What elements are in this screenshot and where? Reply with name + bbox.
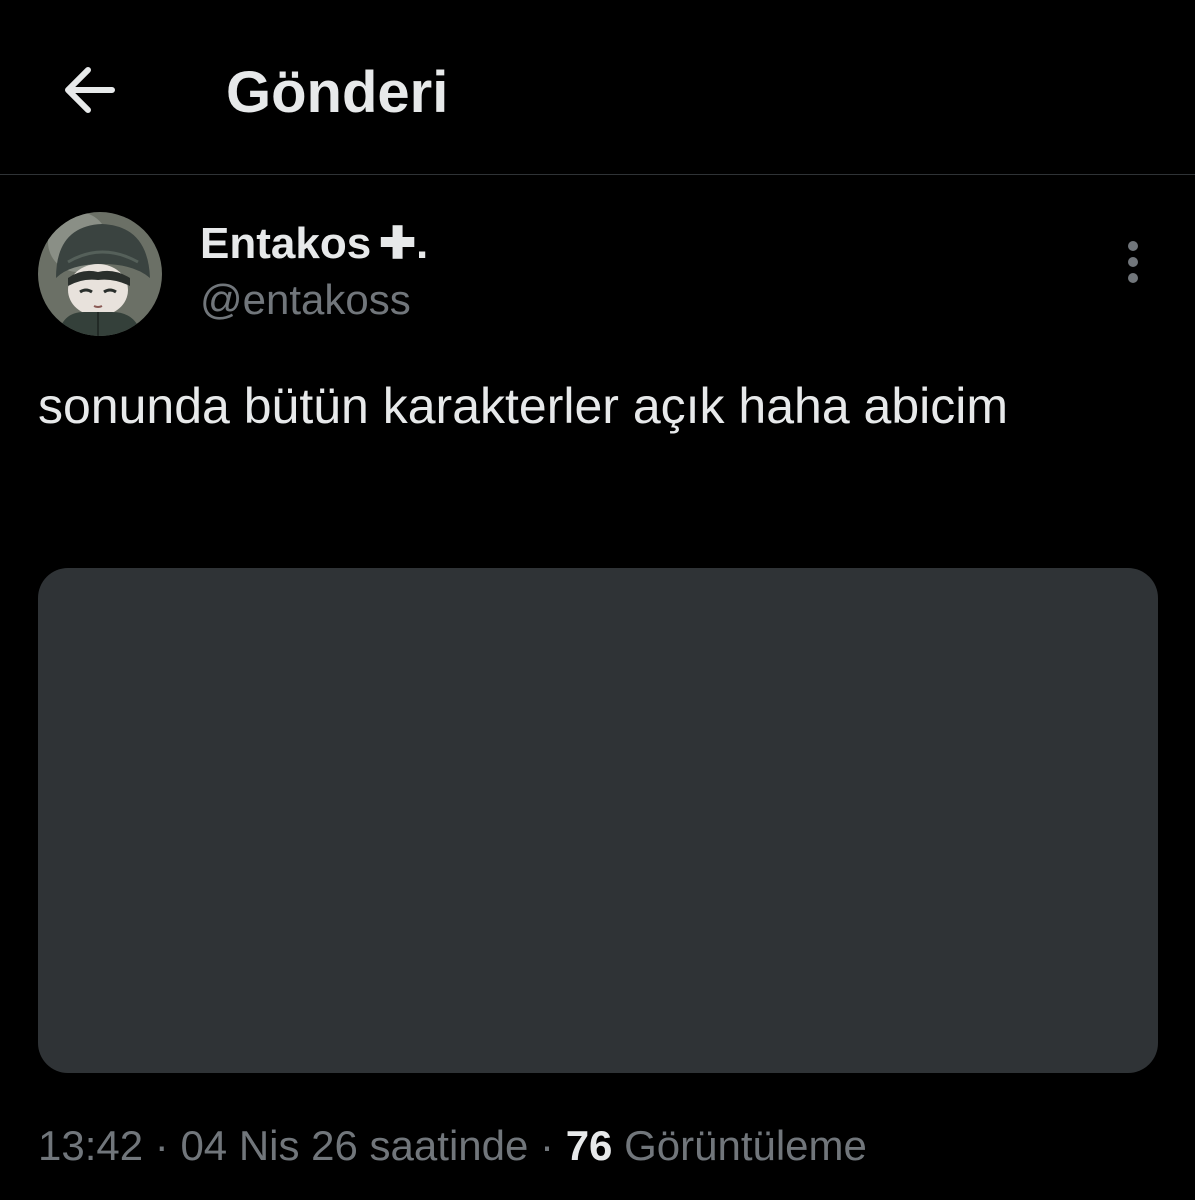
back-button[interactable] bbox=[52, 58, 124, 122]
post-media[interactable] bbox=[38, 568, 1158, 1073]
page-title: Gönderi bbox=[226, 60, 449, 125]
views-label[interactable]: Görüntüleme bbox=[624, 1122, 867, 1169]
meta-separator: · bbox=[154, 1122, 169, 1169]
author-name-text: Entakos bbox=[200, 219, 372, 268]
avatar-image bbox=[38, 212, 162, 336]
vertical-ellipsis-icon bbox=[1128, 241, 1138, 283]
author-name-suffix: ✚. bbox=[379, 219, 429, 268]
post-time[interactable]: 13:42 bbox=[38, 1122, 143, 1169]
meta-separator: · bbox=[540, 1122, 555, 1169]
avatar[interactable] bbox=[38, 212, 162, 336]
author-display-name[interactable]: Entakos ✚. bbox=[200, 218, 428, 270]
post-text: sonunda bütün karakterler açık haha abic… bbox=[38, 378, 1009, 434]
post-date[interactable]: 04 Nis 26 saatinde bbox=[180, 1122, 528, 1169]
author-handle[interactable]: @entakoss bbox=[200, 274, 411, 326]
top-bar: Gönderi bbox=[0, 0, 1195, 175]
views-count[interactable]: 76 bbox=[566, 1122, 613, 1169]
more-options-button[interactable] bbox=[1108, 232, 1158, 292]
post-meta: 13:42 · 04 Nis 26 saatinde · 76 Görüntül… bbox=[38, 1118, 867, 1174]
arrow-left-icon bbox=[65, 67, 115, 113]
